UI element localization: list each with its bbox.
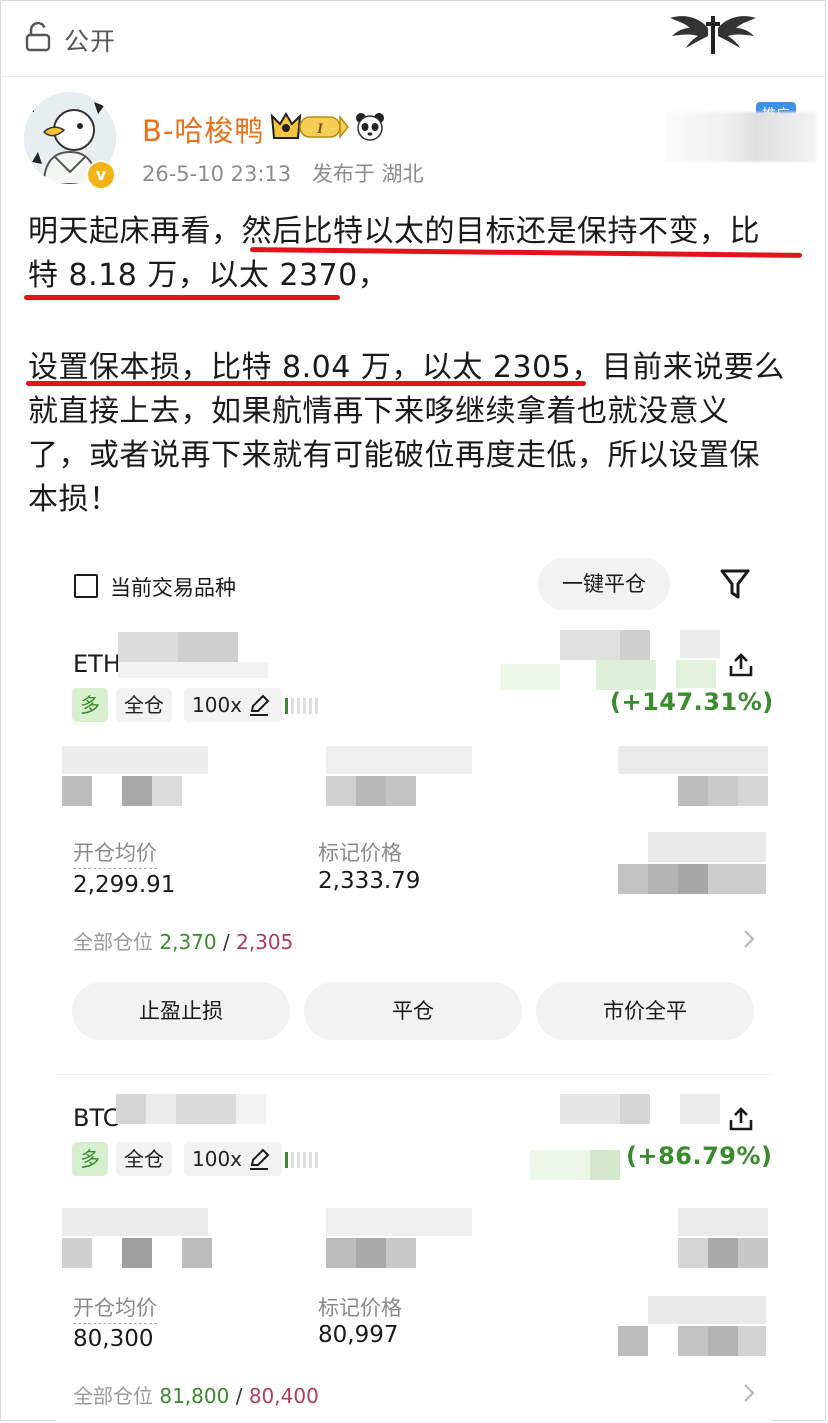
leverage-bars-icon <box>285 1152 318 1168</box>
chevron-right-icon[interactable] <box>742 928 756 950</box>
visibility-label[interactable]: 公开 <box>64 22 116 58</box>
blurred-symbol-suffix <box>116 1094 266 1134</box>
entry-price-value: 80,300 <box>73 1326 154 1352</box>
text-span: 明天起床再看， <box>28 214 242 249</box>
all-positions-label: 全部仓位 <box>73 1384 153 1408</box>
take-profit-value: 2,370 <box>159 930 217 954</box>
text-line: 本损！ <box>28 482 120 517</box>
all-positions-row[interactable]: 全部仓位 2,370 / 2,305 <box>73 926 293 955</box>
vip-badge-icon[interactable]: I <box>270 112 350 142</box>
verified-badge-icon: v <box>86 160 116 190</box>
chevron-right-icon[interactable] <box>742 1382 756 1404</box>
position-symbol[interactable]: ETH <box>73 650 121 678</box>
leverage-bars-icon <box>285 698 318 714</box>
blurred-liq-price <box>618 1296 766 1358</box>
mark-price-label: 标记价格 <box>318 841 402 865</box>
position-divider <box>56 1074 772 1075</box>
vip-level: I <box>316 121 324 137</box>
mark-price-value: 2,333.79 <box>318 868 421 894</box>
pnl-percent: (+86.79%) <box>626 1142 773 1170</box>
side-tag: 多 <box>72 688 108 722</box>
text-span: 然后比特以太的目标还是保持不变，比 <box>241 214 760 249</box>
margin-mode-tag: 全仓 <box>116 688 172 722</box>
all-positions-row[interactable]: 全部仓位 81,800 / 80,400 <box>73 1380 319 1409</box>
blurred-liq-price <box>618 832 766 894</box>
leverage-value: 100x <box>192 1147 243 1171</box>
post-location: 发布于 湖北 <box>311 162 424 186</box>
pnl-percent: (+147.31%) <box>610 688 774 716</box>
position-symbol[interactable]: BTC <box>73 1104 119 1132</box>
blurred-amounts-row <box>62 1208 768 1268</box>
text-span: 设置保本损，比特 8.04 万，以太 2305 <box>28 350 572 385</box>
text-line: 就直接上去，如果航情再下来哆继续拿着也就没意义 <box>28 394 730 429</box>
stop-loss-value: 2,305 <box>236 930 294 954</box>
pencil-icon[interactable] <box>248 694 270 716</box>
close-position-button[interactable]: 平仓 <box>304 982 522 1040</box>
text-line: 了，或者说再下来就有可能破位再度走低，所以设置保 <box>28 438 760 473</box>
mark-price-label: 标记价格 <box>318 1296 402 1320</box>
share-icon[interactable] <box>728 1106 754 1132</box>
market-close-all-button[interactable]: 市价全平 <box>536 982 754 1040</box>
separator: / <box>222 930 230 954</box>
share-icon[interactable] <box>728 652 754 678</box>
margin-mode-tag: 全仓 <box>116 1142 172 1176</box>
pencil-icon[interactable] <box>248 1148 270 1170</box>
panda-icon <box>356 113 384 141</box>
post-paragraph-2: 设置保本损，比特 8.04 万，以太 2305，目前来说要么 就直接上去，如果航… <box>28 346 804 522</box>
red-underline <box>26 381 586 386</box>
username[interactable]: B-哈梭鸭 <box>142 108 264 150</box>
separator: / <box>235 1384 243 1408</box>
text-span: 特 8.18 万，以太 2370 <box>28 258 358 293</box>
filter-icon[interactable] <box>720 568 750 600</box>
blurred-amounts-row <box>62 746 768 806</box>
all-positions-label: 全部仓位 <box>73 930 153 954</box>
side-tag: 多 <box>72 1142 108 1176</box>
red-underline <box>24 295 340 300</box>
text-span: ，目前来说要么 <box>571 350 785 385</box>
post-timestamp: 26-5-10 23:13 <box>142 162 292 186</box>
unlock-icon <box>25 22 51 52</box>
entry-price-label[interactable]: 开仓均价 <box>73 837 157 869</box>
blurred-pnl-amount <box>500 630 720 690</box>
entry-price-label[interactable]: 开仓均价 <box>73 1292 157 1324</box>
wings-cross-logo <box>670 16 756 54</box>
blurred-promo-area <box>666 112 816 162</box>
tp-sl-button[interactable]: 止盈止损 <box>72 982 290 1040</box>
blurred-symbol-suffix <box>118 632 268 678</box>
leverage-value: 100x <box>192 693 243 717</box>
take-profit-value: 81,800 <box>159 1384 230 1408</box>
current-symbol-checkbox[interactable] <box>74 574 98 598</box>
post-meta: 26-5-10 23:13 发布于 湖北 <box>142 158 424 188</box>
current-symbol-label: 当前交易品种 <box>110 576 236 600</box>
entry-price-value: 2,299.91 <box>73 872 176 898</box>
close-all-button[interactable]: 一键平仓 <box>538 558 670 610</box>
top-bar: 公开 <box>0 0 828 77</box>
mark-price-value: 80,997 <box>318 1322 399 1348</box>
text-span: ， <box>357 258 389 293</box>
stop-loss-value: 80,400 <box>248 1384 319 1408</box>
